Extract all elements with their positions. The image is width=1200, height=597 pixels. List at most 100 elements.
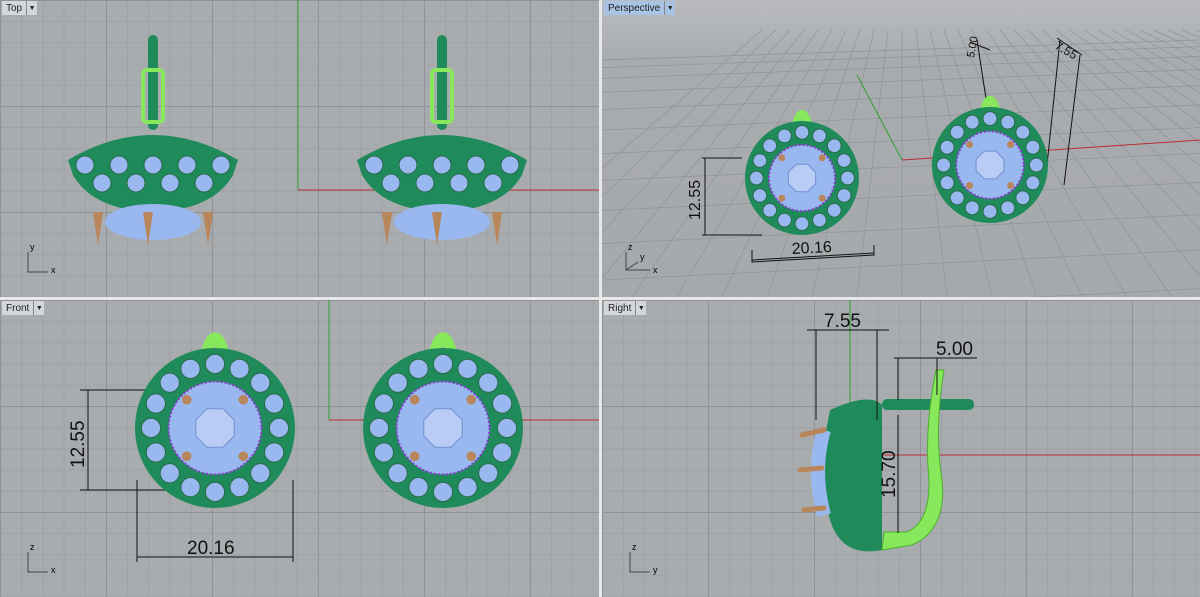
viewport-tab-top[interactable]: Top ▼ [2, 1, 38, 15]
prong [409, 451, 420, 462]
axis-icon [625, 252, 650, 271]
viewport-label: Right [608, 302, 632, 314]
prong [409, 394, 420, 405]
accent-gem [812, 212, 827, 228]
accent-gem [250, 372, 271, 393]
prong [181, 451, 192, 462]
accent-gem [794, 216, 810, 231]
top-view-canvas[interactable]: y x [0, 0, 599, 297]
accent-gem [387, 463, 408, 484]
viewport-front[interactable]: Front ▼ 12.55 20.16 z x [0, 300, 599, 597]
axis-icon [27, 552, 48, 573]
viewport-right[interactable]: Right ▼ 7.55 5.00 15.70 z y [602, 300, 1200, 597]
axis-label-z: z [632, 542, 637, 552]
accent-gem [939, 139, 955, 155]
accent-gem [982, 111, 998, 127]
accent-gem [211, 155, 231, 175]
accent-gem [75, 155, 95, 175]
front-view-canvas[interactable]: 12.55 20.16 z x [0, 300, 599, 597]
perspective-view-canvas[interactable]: 12.55 20.16 5.00 7.55 z y x [602, 0, 1200, 297]
prong [818, 194, 826, 202]
viewport-tab-perspective[interactable]: Perspective ▼ [604, 1, 676, 15]
accent-gem [204, 481, 226, 503]
accent-gem [177, 155, 197, 175]
right-view-canvas[interactable]: 7.55 5.00 15.70 z y [602, 300, 1200, 597]
prong [966, 141, 973, 148]
accent-gem [180, 358, 201, 379]
accent-gem [949, 124, 965, 140]
accent-gem [457, 358, 478, 379]
accent-gem [229, 477, 250, 498]
axis-label-y: y [30, 242, 35, 252]
accent-gem [1015, 124, 1031, 140]
earring-post [148, 35, 158, 130]
accent-gem [92, 173, 112, 193]
viewport-label: Front [6, 302, 30, 314]
prong [238, 394, 249, 405]
dropdown-arrow-icon[interactable]: ▼ [664, 1, 675, 15]
accent-gem [408, 477, 429, 498]
accent-gem [964, 200, 980, 216]
earring [363, 332, 523, 508]
perspective-grid [602, 29, 1200, 297]
grid-line [602, 249, 1200, 281]
accent-gem [398, 155, 418, 175]
accent-gem [939, 175, 955, 191]
dimension-label: 20.16 [187, 538, 235, 559]
accent-gem [492, 393, 513, 414]
accent-gem [250, 463, 271, 484]
viewport-tab-right[interactable]: Right ▼ [604, 301, 647, 315]
dimension-label: 5.00 [965, 35, 981, 58]
viewport-top[interactable]: Top ▼ y x [0, 0, 599, 297]
accent-gem [368, 417, 390, 439]
accent-gem [449, 173, 469, 193]
prong [382, 212, 392, 245]
accent-gem [1028, 157, 1044, 173]
accent-gem [762, 138, 778, 154]
prong [492, 212, 502, 245]
viewport-tab-front[interactable]: Front ▼ [2, 301, 45, 315]
dropdown-arrow-icon[interactable]: ▼ [635, 301, 646, 315]
accent-gem [826, 138, 842, 154]
axis-icon [629, 552, 650, 573]
prong [1007, 141, 1014, 148]
grid-line [602, 127, 1200, 154]
accent-gem [478, 463, 499, 484]
prong [238, 451, 249, 462]
dimension-label: 7.55 [824, 311, 861, 332]
accent-gem [492, 442, 513, 463]
axis-label-x: x [51, 265, 56, 275]
accent-gem [762, 202, 778, 218]
accent-gem [1000, 114, 1016, 130]
prong [1007, 182, 1014, 189]
viewport-label: Perspective [608, 2, 661, 14]
earring-post [437, 35, 447, 130]
dropdown-arrow-icon[interactable]: ▼ [33, 301, 44, 315]
accent-gem [415, 173, 435, 193]
axis-label-z: z [628, 242, 633, 252]
viewport-perspective[interactable]: Perspective ▼ 12.55 20.16 5.00 7.55 z y x [602, 0, 1200, 297]
prong [966, 182, 973, 189]
accent-gem [143, 155, 163, 175]
dropdown-arrow-icon[interactable]: ▼ [26, 1, 37, 15]
accent-gem [381, 173, 401, 193]
prong [466, 451, 477, 462]
accent-gem [826, 202, 842, 218]
accent-gem [964, 114, 980, 130]
accent-gem [1025, 175, 1041, 191]
accent-gem [457, 477, 478, 498]
accent-gem [794, 125, 810, 140]
accent-gem [145, 442, 166, 463]
dimension-label: 12.55 [687, 180, 704, 220]
prong [181, 394, 192, 405]
accent-gem [836, 153, 852, 168]
accent-gem [752, 153, 768, 168]
axis-label-x: x [653, 265, 658, 275]
stone-table-facet [975, 150, 1005, 180]
accent-gem [160, 173, 180, 193]
accent-gem [264, 442, 285, 463]
accent-gem [1025, 139, 1041, 155]
accent-gem [483, 173, 503, 193]
accent-gem [364, 155, 384, 175]
earring-top [68, 35, 238, 245]
